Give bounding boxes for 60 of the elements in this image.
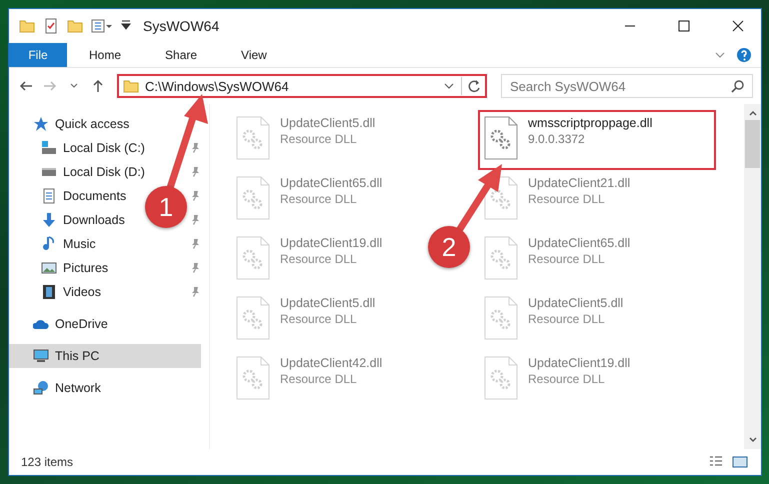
item-count: 123 items xyxy=(21,455,74,469)
sidebar-item[interactable]: Videos xyxy=(9,280,109,304)
sidebar-label: Local Disk (D:) xyxy=(63,165,145,179)
sidebar-label: Pictures xyxy=(63,261,108,275)
file-name: UpdateClient42.dll xyxy=(280,356,382,370)
file-detail: Resource DLL xyxy=(280,372,358,386)
file-detail: Resource DLL xyxy=(280,252,358,266)
sidebar-label: This PC xyxy=(55,349,100,363)
sidebar-item[interactable]: OneDrive xyxy=(9,312,116,336)
search-field[interactable]: Search SysWOW64 xyxy=(501,74,753,98)
sidebar-label: Videos xyxy=(63,285,101,299)
sidebar-label: Documents xyxy=(63,189,126,203)
sidebar-item[interactable]: Local Disk (C:) xyxy=(9,136,153,160)
file-detail: Resource DLL xyxy=(528,312,606,326)
file-item[interactable]: UpdateClient19.dll Resource DLL xyxy=(478,350,636,410)
file-name: UpdateClient5.dll xyxy=(528,296,624,310)
file-name: UpdateClient65.dll xyxy=(528,236,630,250)
file-detail: 9.0.0.3372 xyxy=(528,132,586,146)
file-name: UpdateClient65.dll xyxy=(280,176,382,190)
sidebar-label: Local Disk (C:) xyxy=(63,141,145,155)
sidebar-label: Quick access xyxy=(55,117,130,131)
file-detail: Resource DLL xyxy=(528,372,606,386)
sidebar-item[interactable]: Local Disk (D:) xyxy=(9,160,153,184)
ribbon-tab[interactable]: View xyxy=(219,43,289,67)
file-name: UpdateClient5.dll xyxy=(280,296,376,310)
sidebar-item[interactable]: Quick access xyxy=(9,112,138,136)
sidebar-item[interactable]: Music xyxy=(9,232,104,256)
file-detail: Resource DLL xyxy=(280,132,358,146)
file-item[interactable]: UpdateClient65.dll Resource DLL xyxy=(230,170,388,230)
file-item[interactable]: UpdateClient65.dll Resource DLL xyxy=(478,230,636,290)
file-item[interactable]: UpdateClient5.dll Resource DLL xyxy=(230,290,382,350)
file-item[interactable]: UpdateClient42.dll Resource DLL xyxy=(230,350,388,410)
sidebar-label: OneDrive xyxy=(55,317,108,331)
file-item[interactable]: UpdateClient19.dll Resource DLL xyxy=(230,230,388,290)
sidebar-item[interactable]: Downloads xyxy=(9,208,133,232)
ribbon-tab[interactable]: Home xyxy=(67,43,144,67)
file-name: UpdateClient21.dll xyxy=(528,176,630,190)
file-name: UpdateClient19.dll xyxy=(528,356,630,370)
sidebar-label: Downloads xyxy=(63,213,125,227)
file-detail: Resource DLL xyxy=(280,192,358,206)
file-item[interactable]: UpdateClient5.dll Resource DLL xyxy=(230,110,382,170)
file-name: UpdateClient5.dll xyxy=(280,116,376,130)
sidebar-item[interactable]: This PC xyxy=(9,344,201,368)
ribbon-tab[interactable]: Share xyxy=(143,43,220,67)
address-bar[interactable]: C:\Windows\SysWOW64 xyxy=(117,74,487,98)
sidebar-label: Music xyxy=(63,237,96,251)
sidebar-label: Network xyxy=(55,381,101,395)
file-detail: Resource DLL xyxy=(528,252,606,266)
file-item[interactable]: wmsscriptproppage.dll 9.0.0.3372 xyxy=(478,110,716,170)
file-item[interactable]: UpdateClient5.dll Resource DLL xyxy=(478,290,630,350)
file-detail: Resource DLL xyxy=(280,312,358,326)
address-path: C:\Windows\SysWOW64 xyxy=(145,78,290,94)
sidebar-item[interactable]: Documents xyxy=(9,184,134,208)
window-title: SysWOW64 xyxy=(143,18,220,34)
file-name: UpdateClient19.dll xyxy=(280,236,382,250)
file-detail: Resource DLL xyxy=(528,192,606,206)
file-name: wmsscriptproppage.dll xyxy=(528,116,652,130)
sidebar-item[interactable]: Pictures xyxy=(9,256,116,280)
file-tab[interactable]: File xyxy=(9,43,67,67)
sidebar-item[interactable]: Network xyxy=(9,376,109,400)
